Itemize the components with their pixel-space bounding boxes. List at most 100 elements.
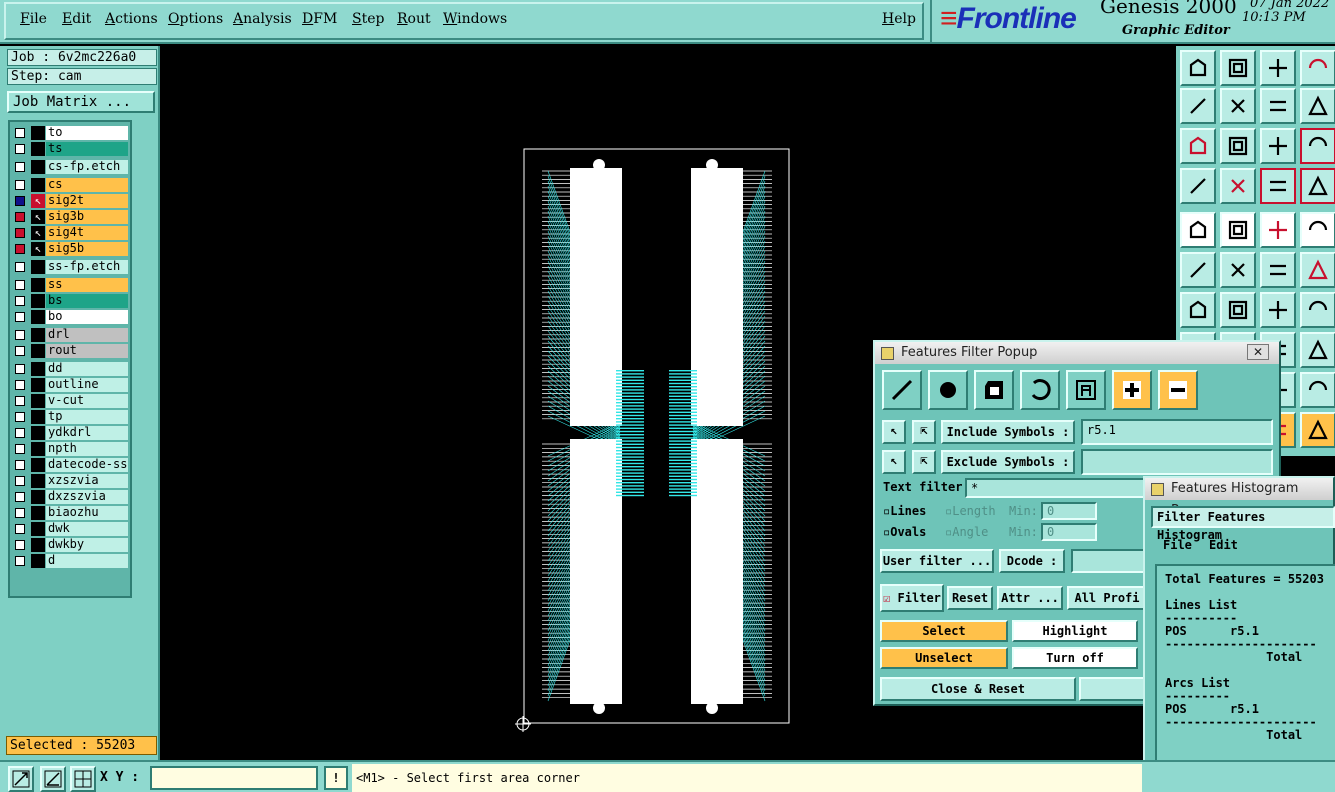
layer-name[interactable]: npth [46, 442, 128, 456]
length-min-field[interactable]: 0 [1041, 502, 1097, 520]
layer-status-icon[interactable] [31, 310, 45, 324]
layer-checkbox[interactable] [15, 444, 25, 454]
menu-actions[interactable]: Actions [105, 11, 158, 27]
zoom-icon-button[interactable] [1180, 88, 1216, 124]
layer-name[interactable]: d [46, 554, 128, 568]
step-icon-button[interactable] [1300, 50, 1335, 86]
layer-status-icon[interactable] [31, 378, 45, 392]
exclude-popup-icon[interactable]: ⇱ [912, 450, 936, 474]
tools-icon-button[interactable] [1300, 332, 1335, 368]
layer-checkbox[interactable] [15, 492, 25, 502]
layer-status-icon[interactable] [31, 458, 45, 472]
layer-name[interactable]: ydkdrl [46, 426, 128, 440]
circle-icon-button[interactable] [1300, 168, 1335, 204]
layer-row-bo[interactable]: bo [12, 310, 130, 324]
layer-name[interactable]: sig3b [46, 210, 128, 224]
scale-icon-button[interactable] [1300, 88, 1335, 124]
layer-name[interactable]: cs-fp.etch [46, 160, 128, 174]
layer-name[interactable]: to [46, 126, 128, 140]
route-icon-button[interactable] [1220, 252, 1256, 288]
layer-row-rout[interactable]: rout [12, 344, 130, 358]
layer-name[interactable]: dwk [46, 522, 128, 536]
cross-icon-button[interactable] [1300, 412, 1335, 448]
layer-status-icon[interactable] [31, 538, 45, 552]
affected-arrow-icon[interactable]: ↖ [31, 210, 45, 224]
layer-status-icon[interactable] [31, 442, 45, 456]
layer-row-tp[interactable]: tp [12, 410, 130, 424]
histogram-menu-edit[interactable]: Edit [1209, 538, 1238, 552]
layer-name[interactable]: v-cut [46, 394, 128, 408]
layer-name[interactable]: sig4t [46, 226, 128, 240]
layer-checkbox[interactable] [15, 262, 25, 272]
affected-arrow-icon[interactable]: ↖ [31, 194, 45, 208]
layer-row-v-cut[interactable]: v-cut [12, 394, 130, 408]
layer-status-icon[interactable] [31, 410, 45, 424]
layer-name[interactable]: sig2t [46, 194, 128, 208]
close-button[interactable] [1079, 677, 1149, 701]
layer-checkbox[interactable] [15, 428, 25, 438]
layer-row-datecode-ss[interactable]: datecode-ss [12, 458, 130, 472]
layer-checkbox[interactable] [15, 128, 25, 138]
undo-icon-button[interactable] [1260, 88, 1296, 124]
layer-checkbox[interactable] [15, 196, 25, 206]
layer-checkbox[interactable] [15, 364, 25, 374]
layer-row-sig2t[interactable]: ↖ sig2t [12, 194, 130, 208]
layer-row-dd[interactable]: dd [12, 362, 130, 376]
layer-checkbox[interactable] [15, 524, 25, 534]
home-icon-button[interactable] [1260, 50, 1296, 86]
histogram-popup-titlebar[interactable]: Features Histogram Popup [1145, 478, 1333, 518]
reset-button[interactable]: Reset [947, 586, 993, 610]
select-button[interactable]: Select [880, 620, 1008, 642]
network-icon-button[interactable] [1180, 212, 1216, 248]
open-icon-button[interactable] [1180, 50, 1216, 86]
zoom-icon-button[interactable] [1260, 292, 1296, 328]
length-checkbox[interactable]: ▫Length [945, 504, 996, 518]
menu-step[interactable]: Step [352, 11, 384, 27]
layer-row-dxzszvia[interactable]: dxzszvia [12, 490, 130, 504]
layer-checkbox[interactable] [15, 244, 25, 254]
layer-row-sig3b[interactable]: ↖ sig3b [12, 210, 130, 224]
dcode-button[interactable]: Dcode : [999, 549, 1065, 573]
all-profile-button[interactable]: All Profi [1067, 586, 1147, 610]
layer-status-icon[interactable] [31, 278, 45, 292]
layer-status-icon[interactable] [31, 344, 45, 358]
layer-row-ydkdrl[interactable]: ydkdrl [12, 426, 130, 440]
layer-row-ss[interactable]: ss [12, 278, 130, 292]
histogram-menu-file[interactable]: File [1163, 538, 1192, 552]
layer-checkbox[interactable] [15, 162, 25, 172]
layer-status-icon[interactable] [31, 426, 45, 440]
measure-icon-button[interactable] [1300, 372, 1335, 408]
layer-checkbox[interactable] [15, 144, 25, 154]
close-icon[interactable]: ✕ [1247, 344, 1269, 360]
turn-off-button[interactable]: Turn off [1012, 647, 1138, 669]
layer-status-icon[interactable] [31, 260, 45, 274]
grid-icon[interactable] [70, 766, 96, 792]
step-icon-button[interactable] [1220, 292, 1256, 328]
layer-name[interactable]: dwkby [46, 538, 128, 552]
angle-checkbox[interactable]: ▫Angle [945, 525, 988, 539]
layer-status-icon[interactable] [31, 294, 45, 308]
layer-status-icon[interactable] [31, 394, 45, 408]
layer-row-xzszvia[interactable]: xzszvia [12, 474, 130, 488]
negative-polarity-button[interactable] [1158, 370, 1198, 410]
filter-toggle[interactable]: ☑ Filter [880, 584, 944, 612]
layer-name[interactable]: drl [46, 328, 128, 342]
save-icon-button[interactable] [1220, 50, 1256, 86]
layer-checkbox[interactable] [15, 380, 25, 390]
layer-row-cs-fp.etch[interactable]: cs-fp.etch [12, 160, 130, 174]
layer-row-npth[interactable]: npth [12, 442, 130, 456]
affected-arrow-icon[interactable]: ↖ [31, 242, 45, 256]
layer-name[interactable]: rout [46, 344, 128, 358]
layer-checkbox[interactable] [15, 460, 25, 470]
snap-icon-button[interactable] [1180, 168, 1216, 204]
layer-status-icon[interactable] [31, 554, 45, 568]
menu-dfm[interactable]: DFM [302, 11, 337, 27]
layer-name[interactable]: dxzszvia [46, 490, 128, 504]
layer-name[interactable]: ss-fp.etch [46, 260, 128, 274]
affected-arrow-icon[interactable]: ↖ [31, 226, 45, 240]
layer-row-dwkby[interactable]: dwkby [12, 538, 130, 552]
layer-name[interactable]: biaozhu [46, 506, 128, 520]
layer-checkbox[interactable] [15, 180, 25, 190]
layer-status-icon[interactable] [31, 160, 45, 174]
layer-name[interactable]: bs [46, 294, 128, 308]
